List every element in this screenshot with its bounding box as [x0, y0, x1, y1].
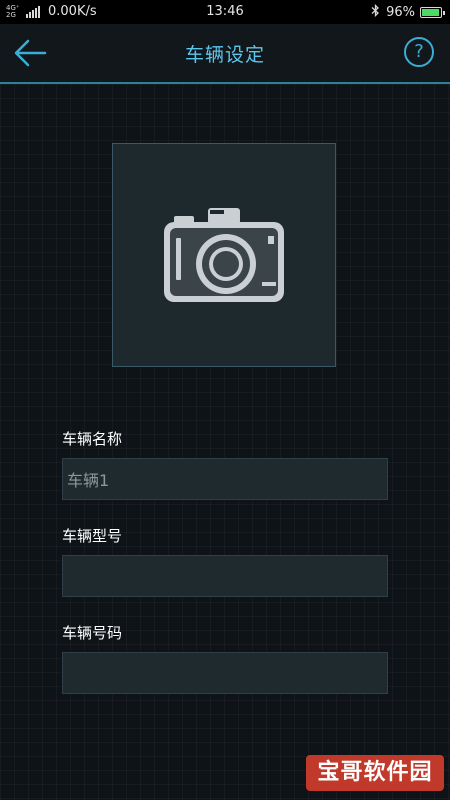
- vehicle-number-input[interactable]: [62, 652, 388, 694]
- vehicle-model-label: 车辆型号: [62, 527, 123, 545]
- vehicle-model-field: 车辆型号: [62, 525, 388, 597]
- vehicle-name-field: 车辆名称: [62, 428, 388, 500]
- app-header: 车辆设定 ?: [0, 24, 450, 84]
- page-title: 车辆设定: [184, 44, 265, 66]
- watermark-logo: 宝哥软件园: [306, 755, 444, 791]
- status-bar: 4G⁺ 2G 0.00K/s 13:46 96%: [0, 0, 450, 24]
- battery-fill: [422, 9, 439, 16]
- camera-icon: [164, 208, 284, 302]
- battery-icon: [420, 7, 445, 18]
- battery-tip: [443, 11, 445, 15]
- vehicle-number-label: 车辆号码: [62, 624, 123, 642]
- status-right: 96%: [371, 3, 445, 21]
- help-circle-icon: ?: [414, 41, 424, 62]
- vehicle-name-label: 车辆名称: [62, 430, 123, 448]
- battery-percent: 96%: [386, 5, 415, 20]
- vehicle-number-field: 车辆号码: [62, 622, 388, 694]
- vehicle-model-input[interactable]: [62, 555, 388, 597]
- bluetooth-icon: [371, 3, 380, 21]
- vehicle-photo-picker[interactable]: [112, 143, 336, 367]
- help-button[interactable]: ?: [404, 37, 434, 67]
- vehicle-name-input[interactable]: [62, 458, 388, 500]
